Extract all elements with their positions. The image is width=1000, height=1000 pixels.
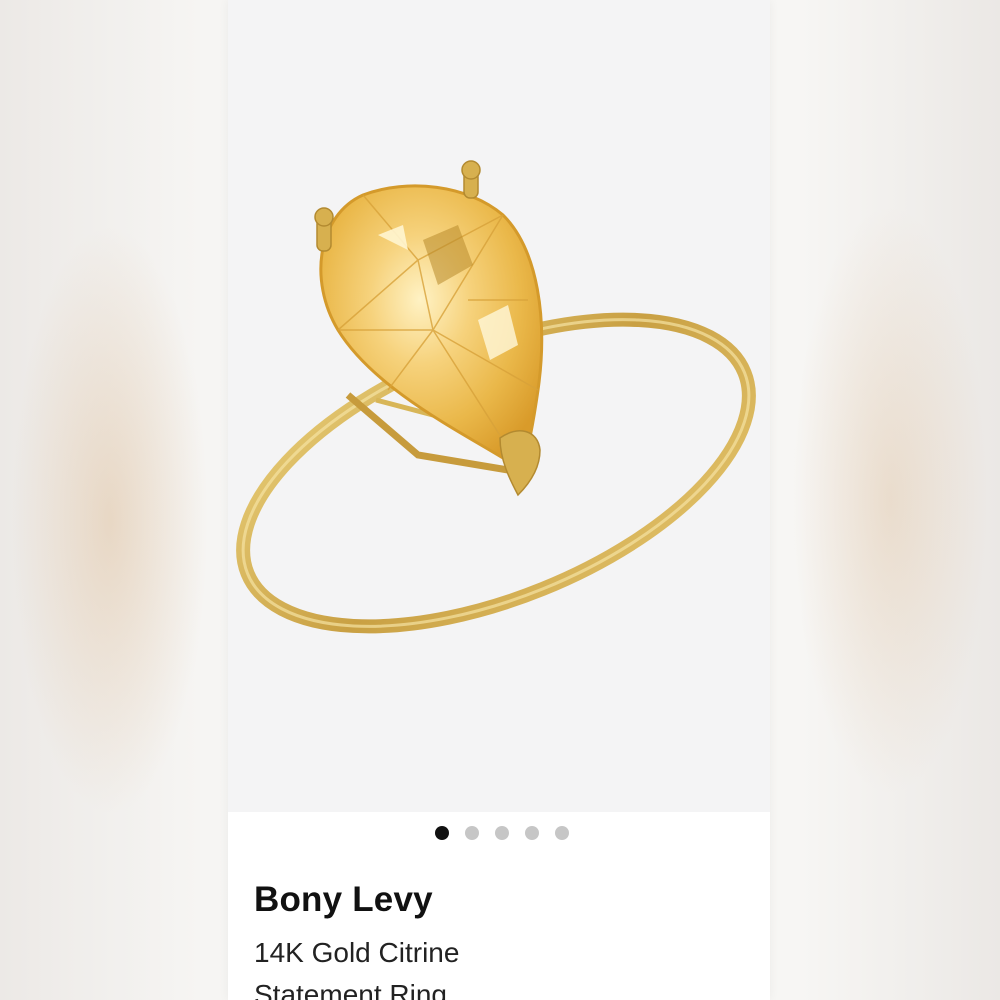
carousel-dot-2[interactable]: [464, 826, 479, 840]
carousel-dot-5[interactable]: [554, 826, 569, 840]
product-screen: Bony Levy 14K Gold Citrine Statement Rin…: [228, 0, 770, 1000]
brand-name[interactable]: Bony Levy: [254, 880, 433, 920]
carousel-dot-1[interactable]: [434, 826, 449, 840]
product-title-line-1: 14K Gold Citrine: [254, 937, 460, 968]
carousel-dot-3[interactable]: [494, 826, 509, 840]
image-carousel-pager: [228, 826, 770, 842]
product-title-line-2: Statement Ring: [254, 979, 447, 1000]
product-title: 14K Gold Citrine Statement Ring: [254, 932, 754, 1000]
carousel-dot-4[interactable]: [524, 826, 539, 840]
citrine-stone: [319, 184, 544, 473]
product-image[interactable]: [228, 0, 770, 812]
ring-illustration: [236, 160, 756, 634]
